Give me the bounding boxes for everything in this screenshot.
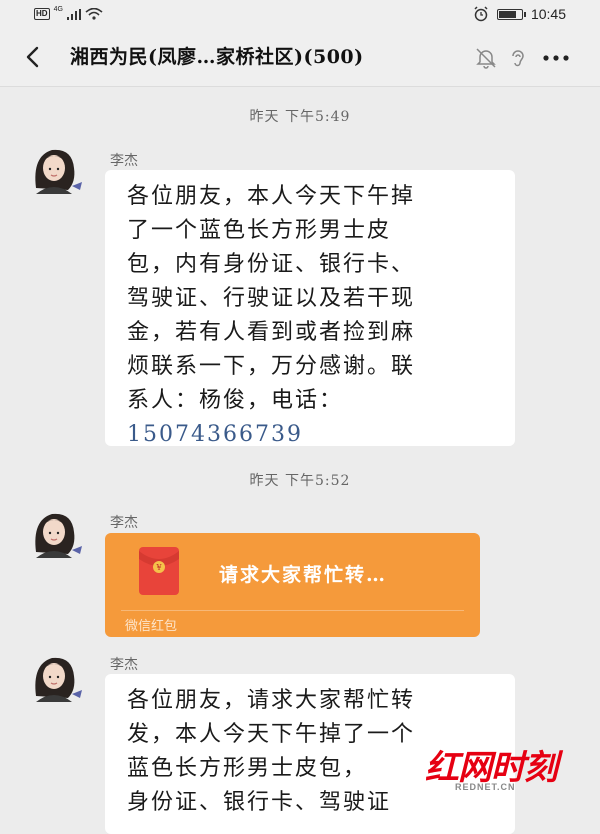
mute-bell-icon[interactable] [474,46,498,70]
message-line: 了一个蓝色长方形男士皮 [127,218,392,243]
chat-header: 湘西为民(凤廖…家桥社区)(500) [0,30,600,87]
hd-indicator: HD [34,8,50,20]
message-line: 驾驶证、行驶证以及若干现 [127,286,416,311]
red-packet-message: 请求大家帮忙转… [219,564,388,586]
red-packet-label: 微信红包 [125,619,178,634]
status-bar: HD 4G 10:45 [0,0,600,30]
status-right: 10:45 [473,6,566,22]
timestamp: 昨天 下午5:49 [249,109,351,125]
chat-title: 湘西为民(凤廖…家桥社区)(500) [70,46,364,68]
message-line: 烦联系一下，万分感谢。联 [127,354,416,379]
svg-text:¥: ¥ [155,563,162,572]
network-type: 4G [53,6,63,13]
message-line: 各位朋友，本人今天下午掉 [127,184,416,209]
watermark-subtext: REDNET.CN [455,782,516,792]
avatar[interactable] [22,506,86,558]
status-left: HD 4G [34,6,103,20]
red-packet-card[interactable]: ¥ 请求大家帮忙转… 微信红包 [105,533,480,637]
message-bubble[interactable]: 各位朋友，本人今天下午掉 了一个蓝色长方形男士皮 包，内有身份证、银行卡、 驾驶… [105,170,515,447]
avatar[interactable] [22,650,86,702]
timestamp: 昨天 下午5:52 [249,473,351,489]
message-line: 包，内有身份证、银行卡、 [127,252,416,277]
wifi-icon [85,8,103,20]
avatar[interactable] [22,142,86,194]
signal-icon [66,8,81,20]
sender-name: 李杰 [110,515,138,531]
battery-fill [498,10,516,18]
sender-name: 李杰 [110,153,138,169]
sender-name: 李杰 [110,657,138,673]
message-line: 金，若有人看到或者捡到麻 [127,320,416,345]
battery-icon [496,8,526,20]
phone-number-link[interactable]: 15074366739 [127,418,497,452]
message-line: 系人：杨俊，电话： [127,388,344,413]
rednet-watermark-logo: 红网时刻 REDNET.CN [425,740,575,796]
message-line: 各位朋友，请求大家帮忙转 [127,688,416,713]
divider [121,610,464,611]
back-arrow-icon[interactable] [18,42,48,72]
ear-icon[interactable] [506,46,530,70]
clock: 10:45 [530,6,566,22]
red-envelope-icon: ¥ [139,547,179,595]
more-icon[interactable] [540,46,572,70]
alarm-icon [474,6,488,22]
